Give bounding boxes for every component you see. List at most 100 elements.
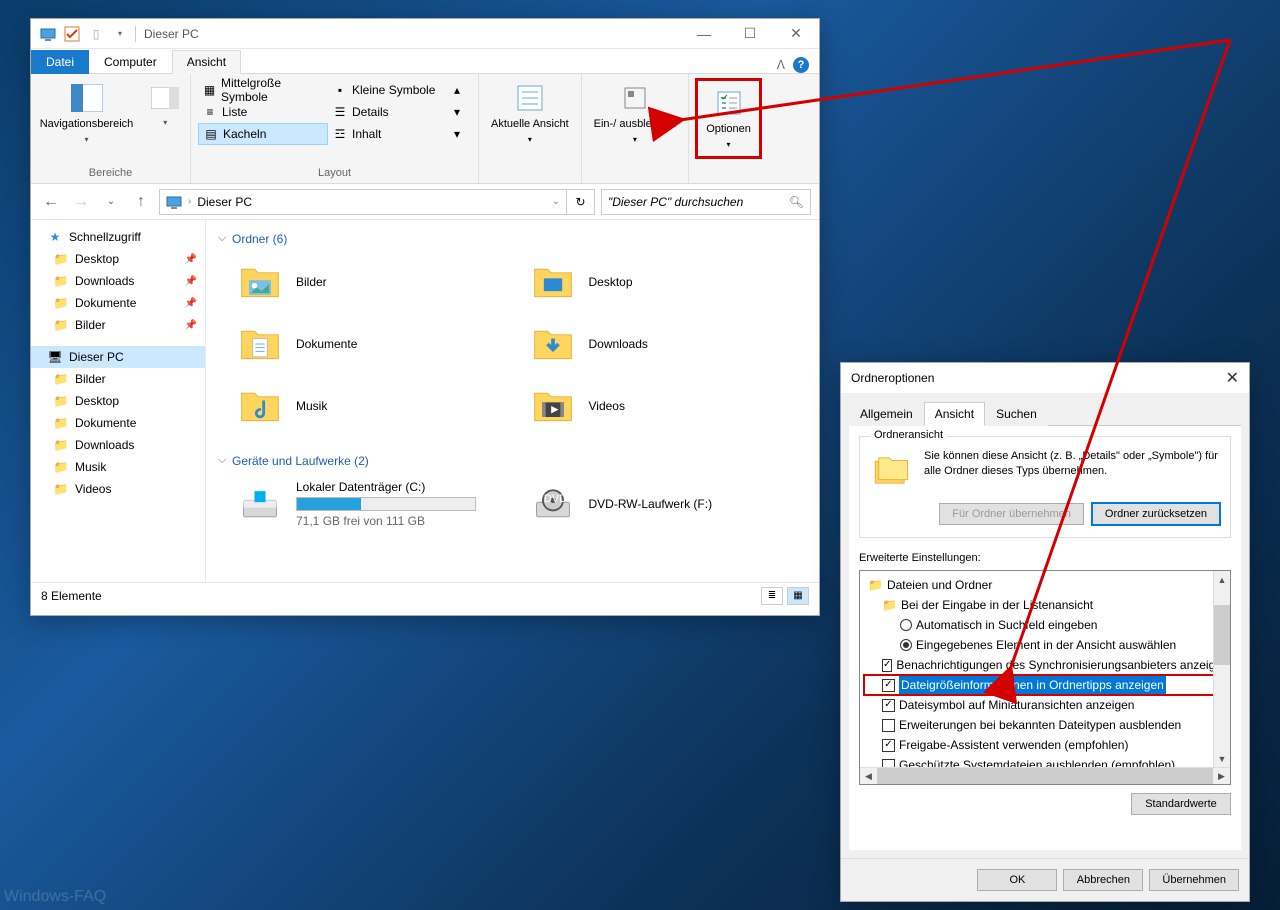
tree-checkbox-item[interactable]: ✓Dateigrößeinformationen in Ordnertipps … xyxy=(864,675,1226,695)
section-drives[interactable]: Geräte und Laufwerke (2) xyxy=(218,450,807,476)
checkbox-qat-icon[interactable] xyxy=(63,25,81,43)
star-icon: ★ xyxy=(47,229,63,245)
folder-tile[interactable]: Bilder xyxy=(232,254,515,310)
layout-small[interactable]: ▪Kleine Symbole xyxy=(328,79,448,101)
folder-tile[interactable]: Dokumente xyxy=(232,316,515,372)
music-folder-icon xyxy=(236,382,284,430)
options-button[interactable]: Optionen▾ xyxy=(700,83,757,154)
tree-hscrollbar[interactable]: ◀▶ xyxy=(860,767,1230,784)
sidebar-this-pc[interactable]: 🖥Dieser PC xyxy=(31,346,205,368)
reset-folders-button[interactable]: Ordner zurücksetzen xyxy=(1092,503,1220,525)
close-button[interactable]: ✕ xyxy=(773,19,819,49)
folder-icon: 📁 xyxy=(53,481,69,497)
defaults-button[interactable]: Standardwerte xyxy=(1131,793,1231,815)
tab-computer[interactable]: Computer xyxy=(89,50,172,74)
ribbon-tabs: Datei Computer Ansicht ᐱ ? xyxy=(31,49,819,74)
view-details-icon[interactable]: ≣ xyxy=(761,587,783,605)
content-area: Ordner (6) Bilder Desktop Dokumente Down… xyxy=(206,220,819,582)
folder-tile[interactable]: Downloads xyxy=(525,316,808,372)
tree-checkbox-item[interactable]: ✓Dateisymbol auf Miniaturansichten anzei… xyxy=(864,695,1226,715)
layout-content[interactable]: ☲Inhalt xyxy=(328,123,448,145)
tree-checkbox-item[interactable]: ✓Benachrichtigungen des Synchronisierung… xyxy=(864,655,1226,675)
show-hide-button[interactable]: Ein-/ ausblenden▾ xyxy=(588,78,683,149)
checkbox-icon xyxy=(882,719,895,732)
layout-list[interactable]: ≡Liste xyxy=(198,101,328,123)
tab-view[interactable]: Ansicht xyxy=(172,50,241,74)
tab-file[interactable]: Datei xyxy=(31,50,89,74)
pin-icon: 📌 xyxy=(185,320,197,331)
apply-to-folders-button[interactable]: Für Ordner übernehmen xyxy=(939,503,1084,525)
advanced-settings-tree[interactable]: 📁Dateien und Ordner 📁Bei der Eingabe in … xyxy=(859,570,1231,785)
layout-tiles[interactable]: ▤Kacheln xyxy=(198,123,328,145)
sidebar-pc-documents[interactable]: 📁Dokumente xyxy=(31,412,205,434)
maximize-button[interactable]: ☐ xyxy=(727,19,773,49)
pc-icon xyxy=(39,25,57,43)
drive-dvd[interactable]: DVD DVD-RW-Laufwerk (F:) xyxy=(525,476,808,532)
tree-root: 📁Dateien und Ordner xyxy=(864,575,1226,595)
refresh-button[interactable]: ↻ xyxy=(567,189,595,215)
sidebar-pc-music[interactable]: 📁Musik xyxy=(31,456,205,478)
dialog-close-button[interactable]: ✕ xyxy=(1226,368,1239,388)
sidebar-item-downloads[interactable]: 📁Downloads📌 xyxy=(31,270,205,292)
folder-icon: 📁 xyxy=(53,273,69,289)
search-input[interactable]: "Dieser PC" durchsuchen 🔍︎ xyxy=(601,189,811,215)
tree-vscrollbar[interactable]: ▲▼ xyxy=(1213,571,1230,767)
folderview-fieldset: Ordneransicht Sie können diese Ansicht (… xyxy=(859,436,1231,538)
titlebar: ▯ ▾ Dieser PC — ☐ ✕ xyxy=(31,19,819,49)
documents-folder-icon xyxy=(236,320,284,368)
tree-radio-select[interactable]: Eingegebenes Element in der Ansicht ausw… xyxy=(864,635,1226,655)
preview-pane-button[interactable]: ▾ xyxy=(143,78,187,132)
current-view-button[interactable]: Aktuelle Ansicht▾ xyxy=(485,78,575,149)
drive-c[interactable]: Lokaler Datenträger (C:) 71,1 GB frei vo… xyxy=(232,476,515,532)
folder-tile[interactable]: Musik xyxy=(232,378,515,434)
window-title: Dieser PC xyxy=(144,27,199,41)
folder-tile[interactable]: Videos xyxy=(525,378,808,434)
checkbox-icon: ✓ xyxy=(882,679,895,692)
radio-icon xyxy=(900,619,912,631)
nav-pane-button[interactable]: Navigationsbereich ▾ xyxy=(34,78,140,149)
ribbon-collapse-icon[interactable]: ᐱ xyxy=(777,58,785,72)
minimize-button[interactable]: — xyxy=(681,19,727,49)
breadcrumb[interactable]: › Dieser PC ⌄ xyxy=(159,189,567,215)
cancel-button[interactable]: Abbrechen xyxy=(1063,869,1143,891)
sidebar-item-documents[interactable]: 📁Dokumente📌 xyxy=(31,292,205,314)
svg-text:DVD: DVD xyxy=(543,493,566,505)
sidebar-quick-access[interactable]: ★Schnellzugriff xyxy=(31,226,205,248)
watermark: Windows-FAQ xyxy=(4,888,106,906)
folder-options-dialog: Ordneroptionen ✕ Allgemein Ansicht Suche… xyxy=(840,362,1250,902)
folder-icon: 📁 xyxy=(868,576,883,594)
ok-button[interactable]: OK xyxy=(977,869,1057,891)
nav-recent[interactable]: ⌄ xyxy=(99,190,123,214)
help-icon[interactable]: ? xyxy=(793,57,809,73)
nav-up[interactable]: ↑ xyxy=(129,190,153,214)
doc-qat-icon[interactable]: ▯ xyxy=(87,25,105,43)
layout-medium[interactable]: ▦Mittelgroße Symbole xyxy=(198,79,328,101)
apply-button[interactable]: Übernehmen xyxy=(1149,869,1239,891)
dlg-tab-view[interactable]: Ansicht xyxy=(924,402,985,426)
pin-icon: 📌 xyxy=(185,298,197,309)
tree-checkbox-item[interactable]: Erweiterungen bei bekannten Dateitypen a… xyxy=(864,715,1226,735)
layout-scroll[interactable]: ▴▾▾ xyxy=(448,79,466,145)
view-tiles-icon[interactable]: ▦ xyxy=(787,587,809,605)
dlg-tab-search[interactable]: Suchen xyxy=(985,402,1048,426)
folder-tile[interactable]: Desktop xyxy=(525,254,808,310)
tree-checkbox-item[interactable]: ✓Freigabe-Assistent verwenden (empfohlen… xyxy=(864,735,1226,755)
sidebar-item-desktop[interactable]: 📁Desktop📌 xyxy=(31,248,205,270)
checkbox-icon: ✓ xyxy=(882,739,895,752)
folder-icon: 📁 xyxy=(53,251,69,267)
group-panes-label: Bereiche xyxy=(37,165,184,183)
nav-forward[interactable]: → xyxy=(69,190,93,214)
tree-radio-auto[interactable]: Automatisch in Suchfeld eingeben xyxy=(864,615,1226,635)
sidebar-pc-desktop[interactable]: 📁Desktop xyxy=(31,390,205,412)
sidebar-pc-downloads[interactable]: 📁Downloads xyxy=(31,434,205,456)
nav-back[interactable]: ← xyxy=(39,190,63,214)
sidebar-pc-pictures[interactable]: 📁Bilder xyxy=(31,368,205,390)
dlg-tab-general[interactable]: Allgemein xyxy=(849,402,924,426)
sidebar: ★Schnellzugriff 📁Desktop📌 📁Downloads📌 📁D… xyxy=(31,220,206,582)
sidebar-item-pictures[interactable]: 📁Bilder📌 xyxy=(31,314,205,336)
qat-dropdown-icon[interactable]: ▾ xyxy=(111,25,129,43)
sidebar-pc-videos[interactable]: 📁Videos xyxy=(31,478,205,500)
section-folders[interactable]: Ordner (6) xyxy=(218,228,807,254)
layout-details[interactable]: ☰Details xyxy=(328,101,448,123)
tree-input-group: 📁Bei der Eingabe in der Listenansicht xyxy=(864,595,1226,615)
